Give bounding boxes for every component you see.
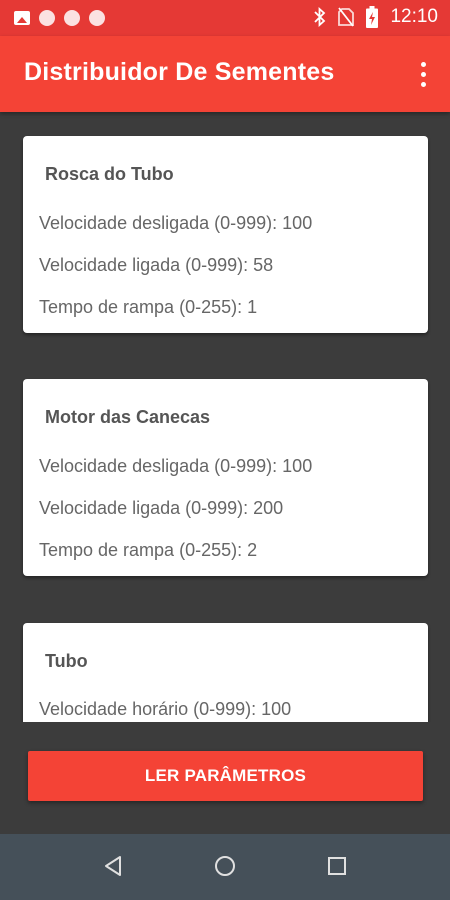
card-motor-das-canecas: Motor das Canecas Velocidade desligada (… [23,379,428,576]
image-icon [14,11,30,25]
app-title: Distribuidor De Sementes [24,58,335,86]
no-sim-icon [338,7,355,27]
card-rosca-do-tubo: Rosca do Tubo Velocidade desligada (0-99… [23,136,428,333]
circle-icon [39,10,55,26]
card-title: Rosca do Tubo [45,164,174,184]
system-icons: 12:10 [314,6,438,28]
card-title: Motor das Canecas [45,407,211,427]
read-parameters-button[interactable]: LER PARÂMETROS [28,751,423,801]
battery-charging-icon [366,6,379,28]
circle-icon [64,10,80,26]
card-row: Tempo de rampa (0-255): 2 [39,540,258,560]
more-vert-icon[interactable] [418,62,428,88]
circle-icon [89,10,105,26]
card-row: Velocidade ligada (0-999): 200 [39,498,284,518]
card-row: Velocidade desligada (0-999): 100 [39,213,313,233]
card-row: Velocidade desligada (0-999): 100 [39,456,313,476]
home-icon[interactable] [213,854,237,878]
recents-icon[interactable] [327,854,349,878]
clock: 12:10 [390,6,438,27]
app-bar: Distribuidor De Sementes [0,36,450,112]
card-tubo: Tubo Velocidade horário (0-999): 100 [23,623,428,722]
card-row: Tempo de rampa (0-255): 1 [39,297,258,317]
status-bar: 12:10 [0,0,450,36]
back-icon[interactable] [103,854,123,878]
parameters-list[interactable]: Rosca do Tubo Velocidade desligada (0-99… [0,112,450,722]
notification-icons [14,10,105,26]
navigation-bar [0,834,450,900]
bluetooth-icon [314,7,326,27]
card-title: Tubo [45,651,88,671]
card-row: Velocidade ligada (0-999): 58 [39,255,274,275]
card-row: Velocidade horário (0-999): 100 [39,699,292,719]
